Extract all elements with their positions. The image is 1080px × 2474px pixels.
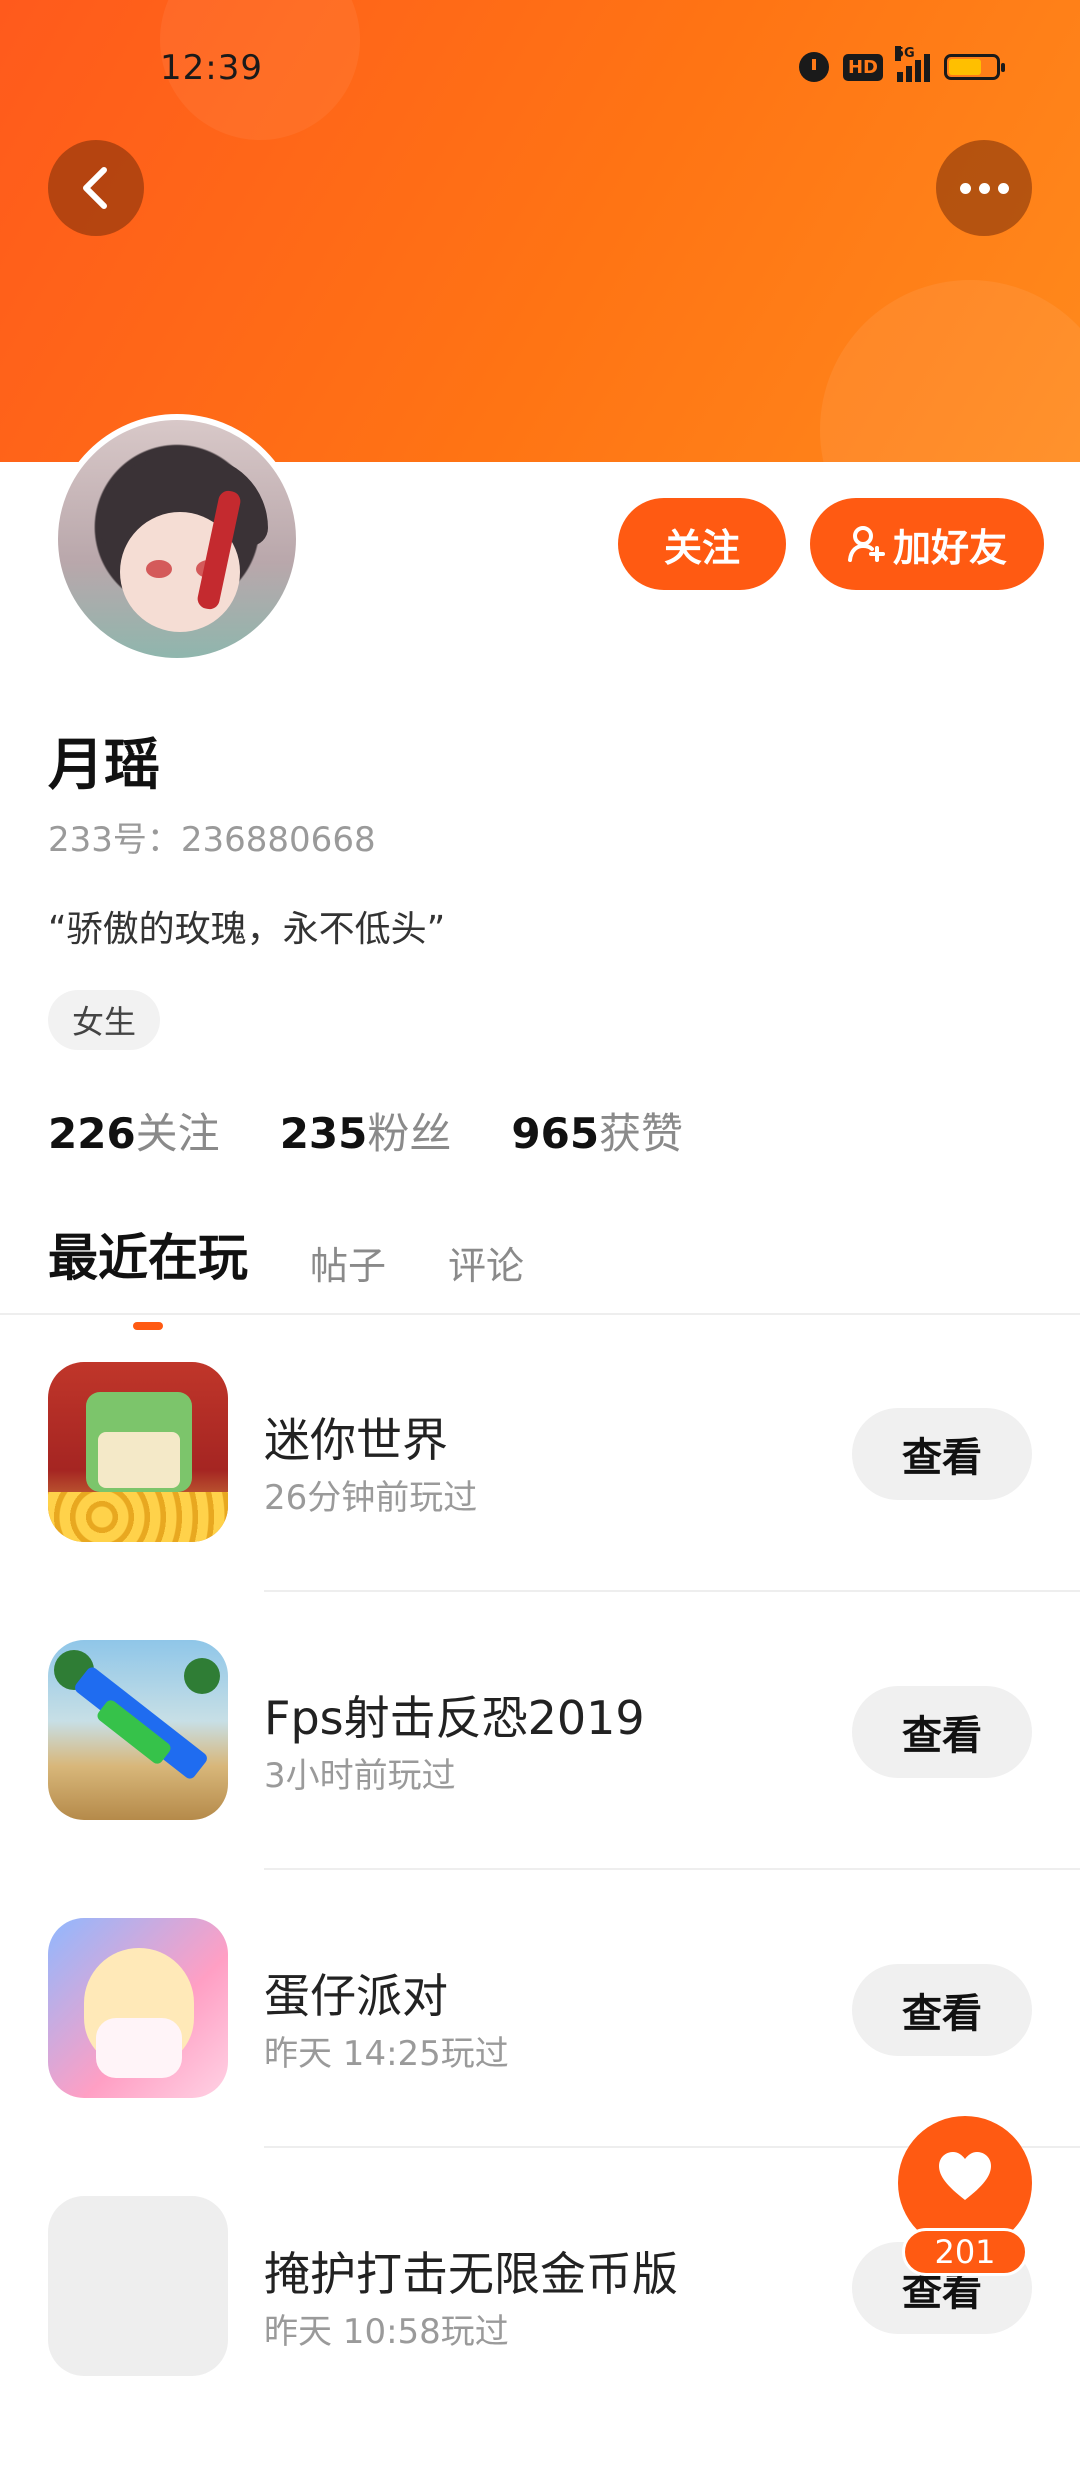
game-title: Fps射击反恐2019 (264, 1691, 645, 1745)
tab-divider (0, 1313, 1080, 1315)
alarm-icon (798, 52, 829, 82)
row-divider (264, 1868, 1080, 1870)
chevron-left-icon (83, 167, 107, 209)
stat-label: 粉丝 (367, 1109, 452, 1158)
add-friend-button[interactable]: 加好友 (810, 498, 1044, 590)
status-bar-icons: HD 5G (798, 46, 1005, 82)
battery-icon (944, 54, 1005, 80)
game-icon-mini-world[interactable] (48, 1362, 228, 1542)
add-friend-label: 加好友 (892, 525, 1007, 570)
game-icon-fps[interactable] (48, 1640, 228, 1820)
back-button[interactable] (48, 140, 144, 236)
game-last-played: 3小时前玩过 (264, 1756, 456, 1796)
game-icon-eggy-party[interactable] (48, 1918, 228, 2098)
game-list: 迷你世界 26分钟前玩过 查看 Fps射击反恐2019 3小时前玩过 查看 蛋仔… (0, 1362, 1080, 2474)
game-last-played: 26分钟前玩过 (264, 1478, 478, 1518)
profile-tabs: 最近在玩 帖子 评论 (48, 1218, 524, 1330)
stat-followers[interactable]: 235粉丝 (280, 1100, 452, 1161)
game-title: 迷你世界 (264, 1413, 448, 1467)
view-button[interactable]: 查看 (852, 1408, 1032, 1500)
game-title: 掩护打击无限金币版 (264, 2247, 678, 2301)
heart-icon (939, 2152, 991, 2200)
list-item[interactable]: Fps射击反恐2019 3小时前玩过 查看 (0, 1640, 1080, 1918)
game-last-played: 昨天 10:58玩过 (264, 2312, 509, 2352)
tab-posts[interactable]: 帖子 (310, 1235, 386, 1290)
tab-comments[interactable]: 评论 (448, 1235, 524, 1290)
stat-number: 235 (279, 1109, 368, 1158)
more-dots-icon (959, 182, 1009, 194)
stat-likes[interactable]: 965获赞 (511, 1100, 683, 1161)
more-options-button[interactable] (936, 140, 1032, 236)
game-icon-placeholder[interactable] (48, 2196, 228, 2376)
avatar[interactable] (52, 414, 302, 664)
signal-icon: 5G (895, 46, 930, 82)
network-type-label: 5G (895, 46, 915, 61)
game-last-played: 昨天 14:25玩过 (264, 2034, 509, 2074)
view-button[interactable]: 查看 (852, 1964, 1032, 2056)
profile-id: 233号：236880668 (48, 820, 376, 860)
stat-following[interactable]: 226关注 (48, 1100, 220, 1161)
hd-icon: HD (842, 53, 883, 81)
list-item[interactable]: 迷你世界 26分钟前玩过 查看 (0, 1362, 1080, 1640)
row-divider (264, 1590, 1080, 1592)
follow-button[interactable]: 关注 (618, 498, 786, 590)
stat-label: 关注 (135, 1109, 220, 1158)
game-title: 蛋仔派对 (264, 1969, 448, 2023)
status-bar-time: 12:39 (160, 48, 263, 88)
stat-number: 965 (511, 1109, 600, 1158)
add-user-icon (847, 526, 885, 562)
stat-label: 获赞 (599, 1109, 684, 1158)
profile-stats: 226关注 235粉丝 965获赞 (48, 1100, 683, 1161)
view-button[interactable]: 查看 (852, 1686, 1032, 1778)
like-count-badge: 201 (902, 2228, 1028, 2276)
stat-number: 226 (48, 1109, 136, 1158)
gender-tag: 女生 (48, 990, 161, 1050)
profile-name: 月瑶 (48, 733, 160, 798)
tab-recently-played[interactable]: 最近在玩 (48, 1218, 248, 1330)
profile-bio: “骄傲的玫瑰，永不低头” (48, 909, 446, 950)
